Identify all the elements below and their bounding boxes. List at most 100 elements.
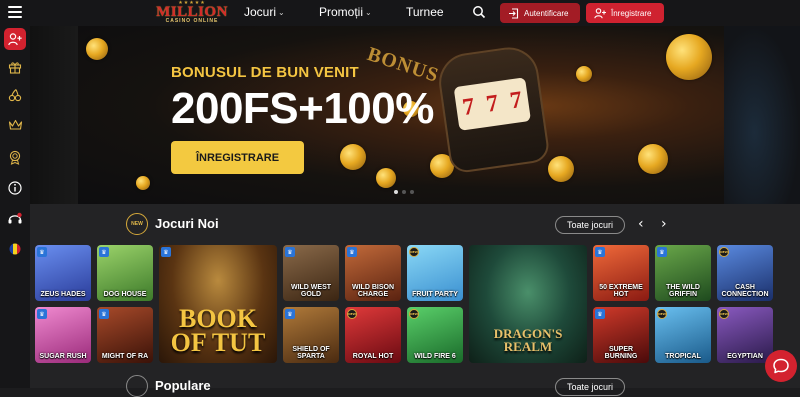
carousel-dot[interactable] [402, 190, 406, 194]
game-title: ZEUS HADES [40, 291, 86, 298]
game-title: WILD WEST GOLD [290, 284, 332, 298]
coin-image [576, 66, 592, 82]
crown-icon: ♛ [37, 247, 47, 257]
crown-icon: ♛ [657, 247, 667, 257]
game-title: WILD BISON CHARGE [352, 284, 394, 298]
carousel-dots[interactable] [394, 190, 414, 194]
game-tile[interactable]: ♛ THE WILD GRIFFIN [655, 245, 711, 301]
sidebar-item-language[interactable] [4, 238, 26, 260]
top-bar: ★★★★★ MILLION CASINO ONLINE Jocuri ⌄ Prom… [0, 0, 800, 26]
game-tile[interactable]: NEW FRUIT PARTY [407, 245, 463, 301]
game-tile-featured[interactable]: ♛ BOOK OF TUT [159, 245, 277, 363]
crown-icon: ♛ [99, 247, 109, 257]
game-title: DOG HOUSE [103, 291, 147, 298]
game-tile[interactable]: NEW EGYPTIAN [717, 307, 773, 363]
slot-reels: 7 7 7 [453, 77, 532, 131]
game-title: CASH CONNECTION [721, 284, 769, 298]
nav-turnee[interactable]: Turnee [406, 5, 444, 19]
game-title: SHIELD OF SPARTA [292, 346, 330, 360]
gift-icon [8, 62, 22, 74]
popular-icon [126, 375, 148, 397]
hero-offer: 200FS+100% [171, 84, 434, 133]
all-games-button[interactable]: Toate jocuri [555, 216, 625, 234]
game-tile[interactable]: ♛ 50 EXTREME HOT [593, 245, 649, 301]
login-button[interactable]: Autentificare [500, 3, 580, 23]
game-tile[interactable]: ♛ SUGAR RUSH [35, 307, 91, 363]
game-title: BOOK OF TUT [170, 304, 266, 357]
game-tile-featured[interactable]: DRAGON'S REALM [469, 245, 587, 363]
crown-icon: ♛ [37, 309, 47, 319]
sidebar [0, 26, 30, 388]
carousel-dot[interactable] [394, 190, 398, 194]
nav-jocuri[interactable]: Jocuri ⌄ [244, 5, 285, 19]
nav-turnee-label: Turnee [406, 5, 444, 19]
carousel-dot[interactable] [410, 190, 414, 194]
coin-image [376, 168, 396, 188]
game-tile[interactable]: ♛ DOG HOUSE [97, 245, 153, 301]
sidebar-item-vip[interactable] [4, 114, 26, 136]
game-tile[interactable]: NEW WILD FIRE 6 [407, 307, 463, 363]
hero-register-button[interactable]: ÎNREGISTRARE [171, 141, 304, 174]
game-title: 50 EXTREME HOT [599, 284, 643, 298]
game-tile[interactable]: NEW TROPICAL [655, 307, 711, 363]
crown-icon: ♛ [595, 309, 605, 319]
cherries-icon [8, 89, 22, 102]
search-icon[interactable] [472, 5, 486, 19]
sidebar-item-info[interactable] [4, 177, 26, 199]
register-label: Înregistrare [611, 8, 652, 18]
sidebar-item-register[interactable] [4, 28, 26, 50]
game-title: MIGHT OF RA [101, 353, 149, 360]
login-label: Autentificare [524, 8, 569, 18]
chevron-down-icon: ⌄ [278, 7, 285, 17]
coin-image [136, 176, 150, 190]
sidebar-item-promotions[interactable] [4, 56, 26, 78]
game-tile[interactable]: ♛ MIGHT OF RA [97, 307, 153, 363]
chat-icon [773, 358, 789, 374]
game-title: SUPER BURNING [604, 346, 638, 360]
chevron-left-icon[interactable]: ‹ [638, 216, 644, 232]
game-title: FRUIT PARTY [412, 291, 458, 298]
hero-title: BONUSUL DE BUN VENIT [171, 64, 359, 81]
game-tile[interactable]: ♛ SUPER BURNING [593, 307, 649, 363]
user-plus-icon [594, 7, 606, 18]
game-title: EGYPTIAN [727, 353, 763, 360]
game-title: ROYAL HOT [352, 353, 394, 360]
game-tile[interactable]: ♛ SHIELD OF SPARTA [283, 307, 339, 363]
chevron-right-icon[interactable]: › [661, 216, 667, 232]
logo-text: MILLION [156, 4, 228, 20]
hero-prev-slide[interactable] [30, 26, 78, 204]
game-title: WILD FIRE 6 [414, 353, 456, 360]
reel: 7 [460, 93, 477, 121]
game-tile[interactable]: ♛ WILD BISON CHARGE [345, 245, 401, 301]
game-title: SUGAR RUSH [39, 353, 87, 360]
game-tile[interactable]: ♛ WILD WEST GOLD [283, 245, 339, 301]
menu-icon[interactable] [8, 6, 22, 18]
hero-next-slide[interactable] [724, 26, 800, 204]
nav-promotii-label: Promoții [319, 5, 364, 19]
reel: 7 [508, 86, 524, 114]
nav-promotii[interactable]: Promoții ⌄ [319, 5, 372, 19]
sidebar-item-loyalty[interactable] [4, 146, 26, 168]
game-title: TROPICAL [665, 353, 701, 360]
login-icon [509, 7, 519, 19]
sidebar-item-support[interactable] [4, 208, 26, 230]
crown-icon: ♛ [595, 247, 605, 257]
slot-machine-image: 7 7 7 [435, 43, 551, 175]
coin-image [666, 34, 712, 80]
new-badge-icon: NEW [347, 309, 357, 319]
game-tile[interactable]: ♛ ZEUS HADES [35, 245, 91, 301]
game-title: THE WILD GRIFFIN [666, 284, 700, 298]
game-tile[interactable]: NEW CASH CONNECTION [717, 245, 773, 301]
crown-icon: ♛ [161, 247, 171, 257]
sidebar-item-slots[interactable] [4, 84, 26, 106]
chat-button[interactable] [765, 350, 797, 382]
new-badge-icon: NEW [126, 213, 148, 235]
logo[interactable]: ★★★★★ MILLION CASINO ONLINE [152, 1, 232, 25]
register-button[interactable]: Înregistrare [586, 3, 664, 23]
info-icon [8, 181, 22, 195]
coin-image [548, 156, 574, 182]
game-title: DRAGON'S REALM [493, 326, 563, 354]
game-tile[interactable]: NEW ROYAL HOT [345, 307, 401, 363]
all-popular-button[interactable]: Toate jocuri [555, 378, 625, 396]
reel: 7 [484, 89, 500, 118]
